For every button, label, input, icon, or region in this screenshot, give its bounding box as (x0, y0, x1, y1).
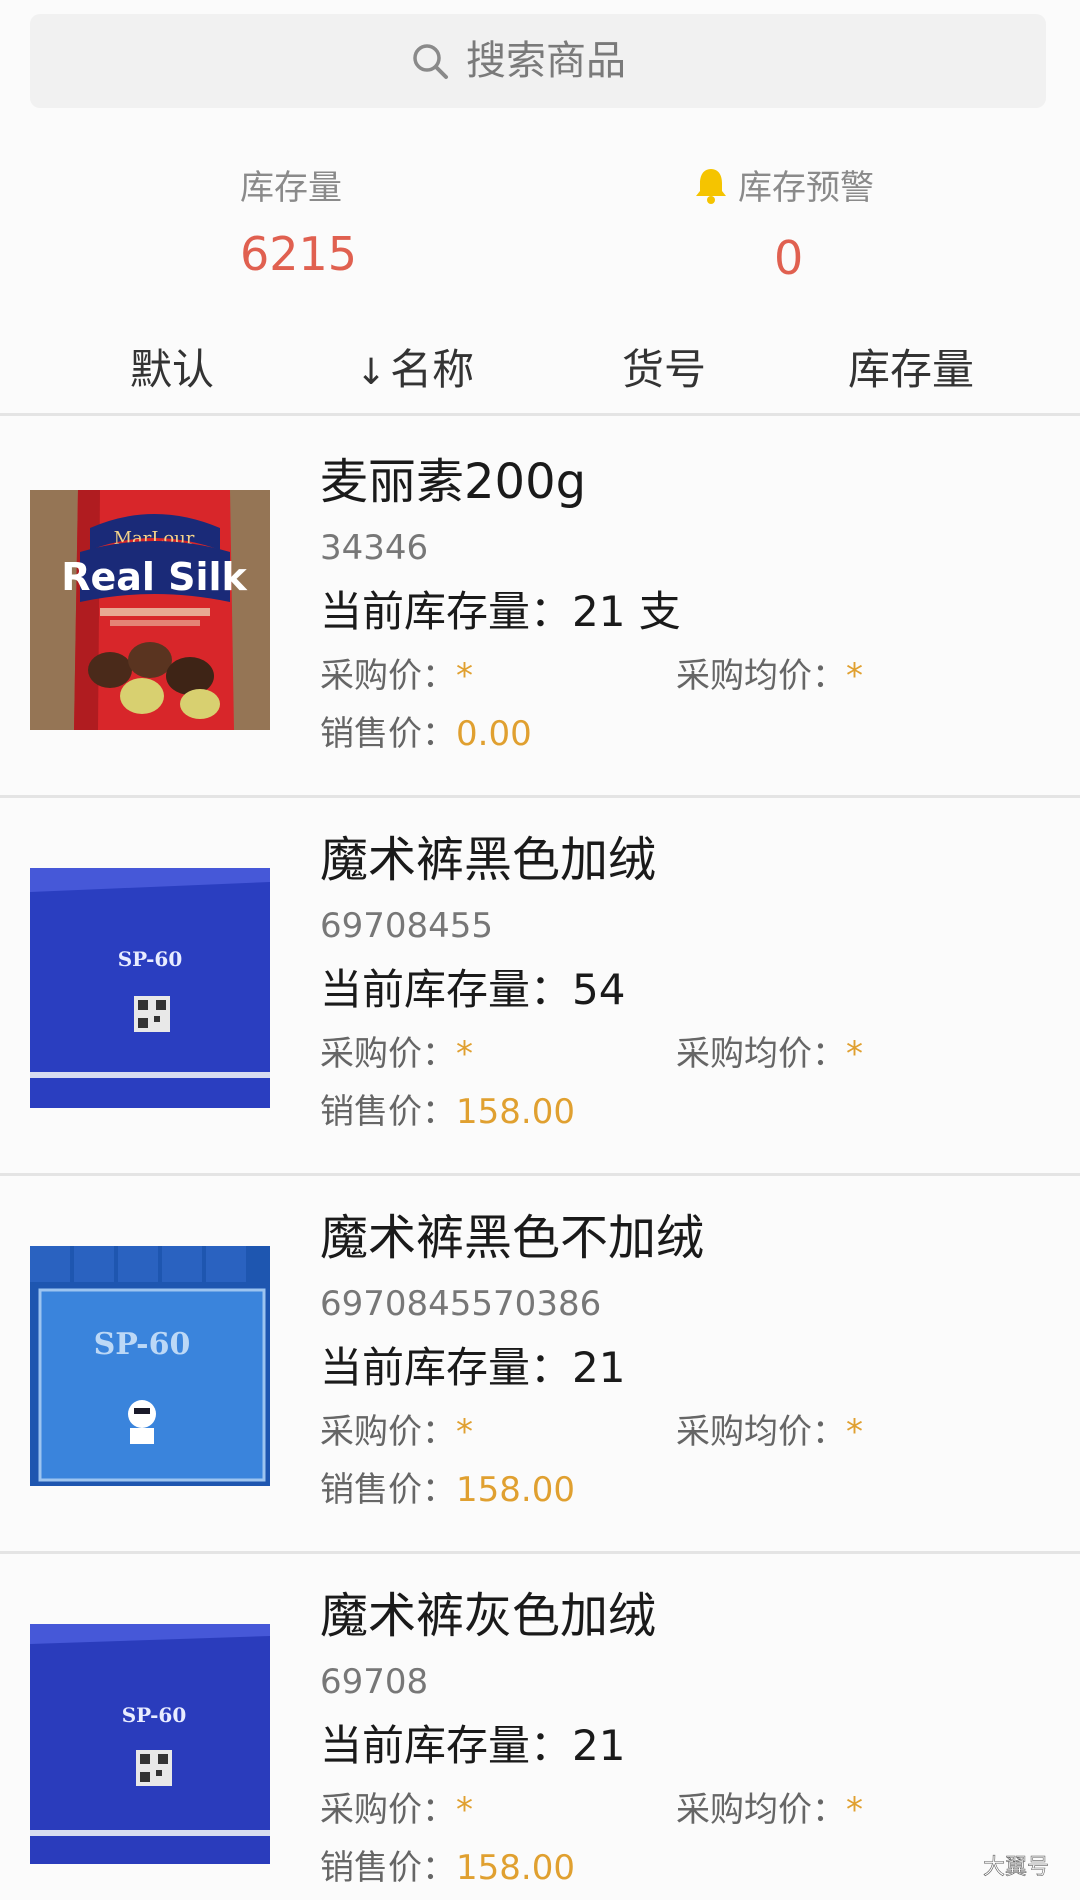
purchase-price-label: 采购价： (320, 656, 456, 696)
avg-price-col: 采购均价：* (676, 1026, 863, 1082)
sort-tab-label: 货号 (622, 345, 707, 394)
product-info: 麦丽素200g 34346 当前库存量：21 支 采购价：* 采购均价：* 销售… (320, 450, 1060, 762)
search-input[interactable] (466, 38, 666, 84)
sale-price-label: 销售价： (320, 1092, 456, 1132)
purchase-price-value: * (456, 656, 473, 696)
sale-price-label: 销售价： (320, 1470, 456, 1510)
product-text: SP-60 (118, 947, 183, 971)
product-item[interactable]: SP-60 魔术裤黑色不加绒 6970845570386 当前库存量：21 采购… (0, 1176, 1080, 1554)
stock-warning-label: 库存预警 (738, 168, 874, 208)
sale-price-label: 销售价： (320, 1848, 456, 1888)
avg-price-label: 采购均价： (676, 1412, 846, 1452)
avg-price-col: 采购均价：* (676, 648, 863, 704)
sale-price-row: 销售价：0.00 (320, 706, 1060, 762)
product-info: 魔术裤黑色不加绒 6970845570386 当前库存量：21 采购价：* 采购… (320, 1206, 1060, 1518)
sale-price-row: 销售价：158.00 (320, 1840, 1060, 1896)
purchase-price-row: 采购价：* 采购均价：* (320, 1782, 1060, 1838)
search-icon (413, 44, 448, 79)
purchase-price-row: 采购价：* 采购均价：* (320, 1026, 1060, 1082)
avg-price-value: * (846, 656, 863, 696)
avg-price-col: 采购均价：* (676, 1404, 863, 1460)
product-name: 魔术裤灰色加绒 (320, 1588, 657, 1644)
product-name: 魔术裤黑色加绒 (320, 832, 657, 888)
product-code: 6970845570386 (320, 1284, 602, 1324)
sort-tab-label: 默认 (130, 345, 215, 394)
product-image: MarLour Real Silk (30, 490, 270, 730)
search-bar[interactable] (30, 14, 1046, 108)
product-text: Real Silk (61, 555, 247, 599)
product-image: SP-60 (30, 1246, 270, 1486)
avg-price-label: 采购均价： (676, 1790, 846, 1830)
stock-warning-label-row: 库存预警 (692, 160, 874, 209)
purchase-price-label: 采购价： (320, 1034, 456, 1074)
product-stock: 当前库存量：21 支 (320, 587, 681, 636)
avg-price-col: 采购均价：* (676, 1782, 863, 1838)
purchase-price-value: * (456, 1412, 473, 1452)
sale-price-label: 销售价： (320, 714, 456, 754)
purchase-price-label: 采购价： (320, 1790, 456, 1830)
sale-price-value: 0.00 (456, 714, 532, 754)
product-stock: 当前库存量：54 (320, 965, 626, 1014)
purchase-price-row: 采购价：* 采购均价：* (320, 1404, 1060, 1460)
sort-tab-stock[interactable]: 库存量 (848, 330, 974, 410)
purchase-price-label: 采购价： (320, 1412, 456, 1452)
stock-total-stat[interactable]: 库存量 6215 (240, 160, 357, 281)
product-name: 麦丽素200g (320, 454, 587, 510)
purchase-price-value: * (456, 1790, 473, 1830)
product-code: 34346 (320, 528, 429, 568)
sort-tab-label: 库存量 (848, 345, 975, 394)
sort-tab-default[interactable]: 默认 (130, 330, 214, 410)
product-image: SP-60 (30, 1624, 270, 1864)
sale-price-value: 158.00 (456, 1092, 575, 1132)
product-list: MarLour Real Silk 麦丽素200g 34346 当前库存量：21… (0, 420, 1080, 1900)
purchase-price-value: * (456, 1034, 473, 1074)
product-item[interactable]: SP-60 魔术裤灰色加绒 69708 当前库存量：21 采购价：* 采购均价：… (0, 1554, 1080, 1900)
watermark-logo: 大翼号 (983, 1855, 1050, 1881)
product-info: 魔术裤黑色加绒 69708455 当前库存量：54 采购价：* 采购均价：* 销… (320, 828, 1060, 1140)
product-item[interactable]: MarLour Real Silk 麦丽素200g 34346 当前库存量：21… (0, 420, 1080, 798)
product-stock: 当前库存量：21 (320, 1721, 626, 1770)
product-name: 魔术裤黑色不加绒 (320, 1210, 705, 1266)
sale-price-row: 销售价：158.00 (320, 1084, 1060, 1140)
product-image: SP-60 (30, 868, 270, 1108)
avg-price-value: * (846, 1034, 863, 1074)
avg-price-label: 采购均价： (676, 656, 846, 696)
product-text: SP-60 (122, 1703, 187, 1727)
product-item[interactable]: SP-60 魔术裤黑色加绒 69708455 当前库存量：54 采购价：* 采购… (0, 798, 1080, 1176)
product-stock: 当前库存量：21 (320, 1343, 626, 1392)
stock-total-value: 6215 (240, 227, 358, 281)
sort-tab-name[interactable]: ↓名称 (356, 330, 474, 410)
avg-price-value: * (846, 1412, 863, 1452)
avg-price-label: 采购均价： (676, 1034, 846, 1074)
sort-bar: 默认 ↓名称 货号 库存量 (0, 330, 1080, 416)
sale-price-row: 销售价：158.00 (320, 1462, 1060, 1518)
sort-tab-label: 名称 (390, 345, 475, 394)
product-text: SP-60 (94, 1327, 191, 1362)
bell-icon (696, 168, 726, 204)
product-code: 69708455 (320, 906, 494, 946)
watermark-text: 大翼号 (983, 1855, 1049, 1880)
stock-warning-stat[interactable]: 库存预警 0 (692, 160, 874, 285)
stock-warning-value: 0 (774, 231, 804, 285)
product-code: 69708 (320, 1662, 429, 1702)
avg-price-value: * (846, 1790, 863, 1830)
sale-price-value: 158.00 (456, 1470, 575, 1510)
sale-price-value: 158.00 (456, 1848, 575, 1888)
arrow-down-icon: ↓ (356, 352, 387, 393)
product-info: 魔术裤灰色加绒 69708 当前库存量：21 采购价：* 采购均价：* 销售价：… (320, 1584, 1060, 1896)
stock-total-label: 库存量 (240, 168, 342, 208)
sort-tab-code[interactable]: 货号 (622, 330, 706, 410)
purchase-price-row: 采购价：* 采购均价：* (320, 648, 1060, 704)
stats-panel: 库存量 6215 库存预警 0 (0, 160, 1080, 290)
